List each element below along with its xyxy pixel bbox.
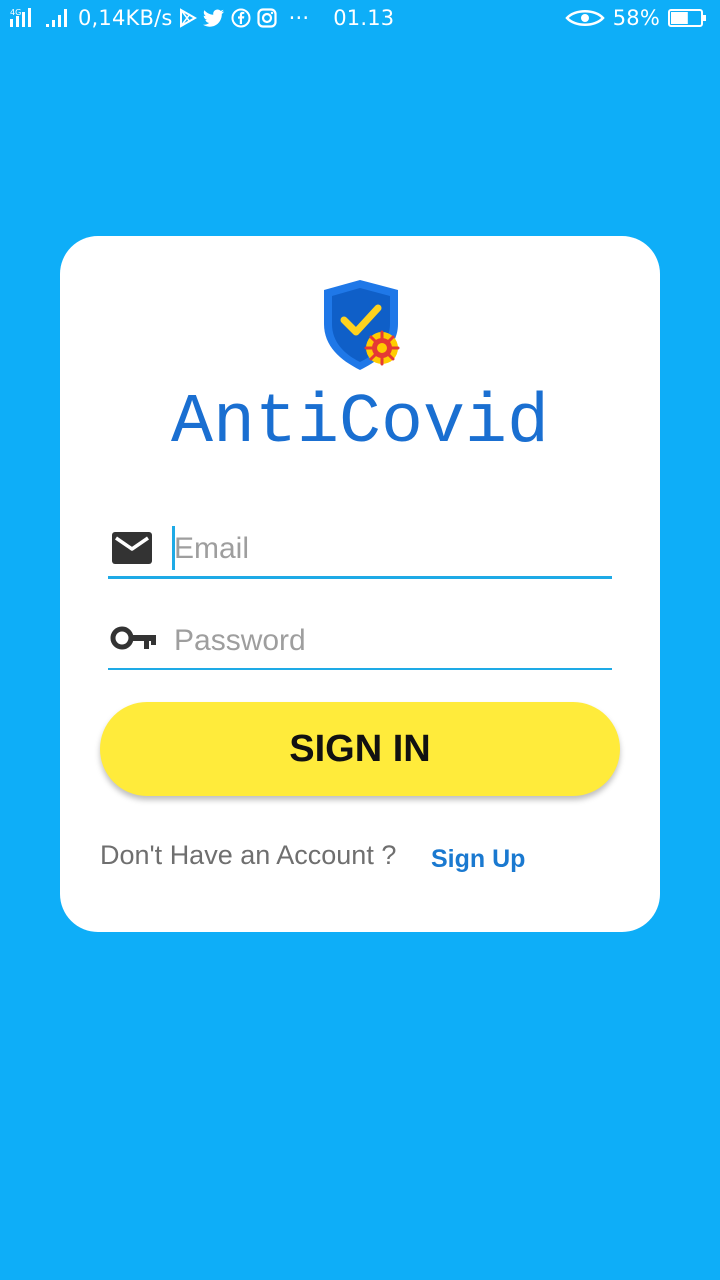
- instagram-icon: [256, 8, 277, 28]
- sign-in-button[interactable]: SIGN IN: [100, 702, 620, 796]
- text-caret: [172, 526, 175, 570]
- no-account-text: Don't Have an Account ?: [100, 840, 397, 870]
- key-icon: [110, 622, 156, 658]
- play-store-icon: [179, 8, 197, 28]
- facebook-icon: [231, 8, 251, 28]
- network-speed: 0,14KB/s: [78, 6, 173, 30]
- email-input[interactable]: [172, 526, 606, 572]
- more-notifications-icon: ···: [288, 6, 310, 30]
- app-title: AntiCovid: [170, 384, 550, 463]
- signal-4g-icon: 4G: [10, 7, 40, 29]
- email-field[interactable]: [108, 524, 612, 579]
- sign-up-link[interactable]: Sign Up: [431, 845, 525, 874]
- signal-bars-icon: [46, 7, 72, 29]
- svg-text:4G: 4G: [10, 8, 21, 17]
- envelope-icon: [110, 530, 154, 566]
- battery-percent: 58%: [612, 6, 660, 30]
- status-bar: 4G 0,14KB/s ··· 01.13 58%: [0, 0, 720, 36]
- twitter-icon: [202, 9, 225, 27]
- signup-prompt: Don't Have an Account ? Sign Up: [100, 840, 620, 880]
- battery-icon: [668, 8, 708, 28]
- shield-check-virus-icon: [322, 280, 402, 370]
- password-input[interactable]: [172, 618, 606, 664]
- eye-comfort-icon: [565, 8, 605, 28]
- password-field[interactable]: [108, 616, 612, 670]
- login-card: AntiCovid SIGN IN Don't Have an Account …: [60, 236, 660, 932]
- clock: 01.13: [333, 6, 395, 30]
